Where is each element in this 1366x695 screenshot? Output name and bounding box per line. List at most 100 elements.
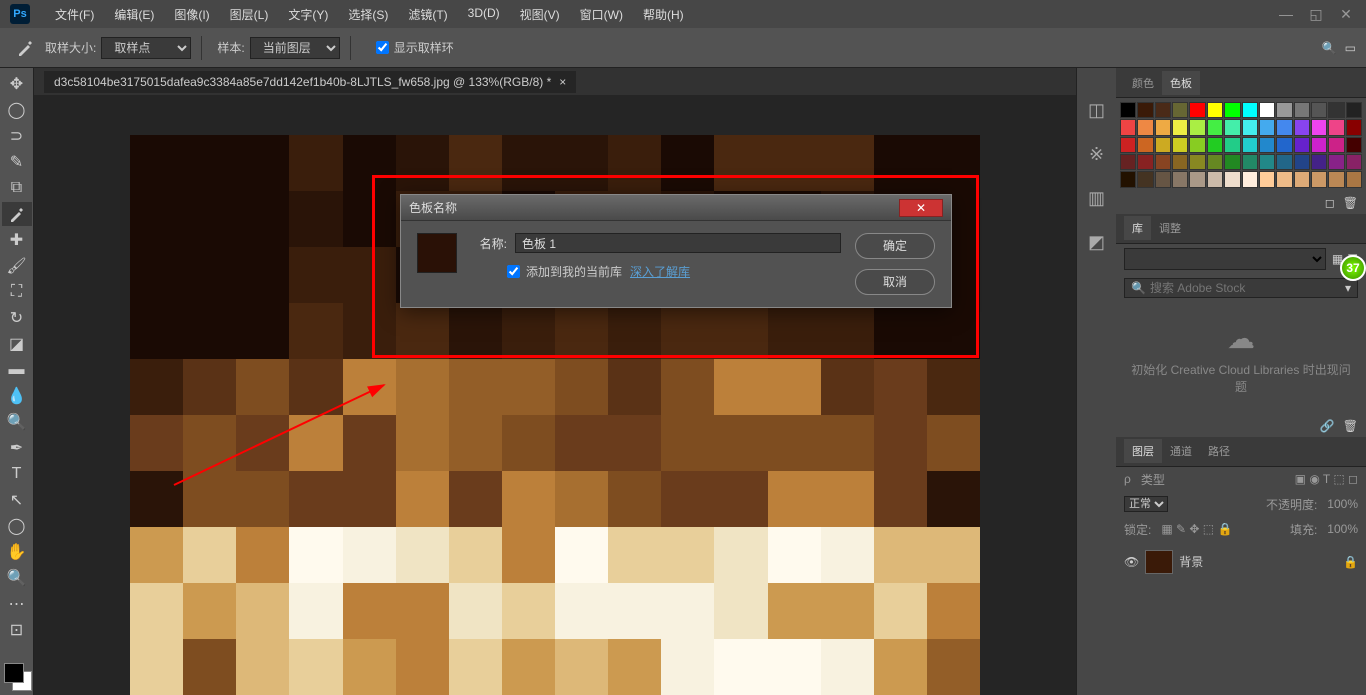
text-tool[interactable]: T	[2, 462, 32, 486]
swatch[interactable]	[1294, 171, 1310, 187]
swatch[interactable]	[1155, 171, 1171, 187]
info-icon[interactable]: ▥	[1085, 186, 1109, 210]
swatch[interactable]	[1311, 154, 1327, 170]
link-icon[interactable]: 🔗	[1320, 419, 1335, 433]
adjust-tab[interactable]: 调整	[1151, 216, 1189, 240]
swatch[interactable]	[1224, 154, 1240, 170]
zoom-tool[interactable]: 🔍	[2, 566, 32, 590]
swatch[interactable]	[1172, 137, 1188, 153]
notification-badge[interactable]: 37	[1340, 255, 1366, 281]
swatch[interactable]	[1346, 137, 1362, 153]
fill-value[interactable]: 100%	[1327, 522, 1358, 536]
menu-item[interactable]: 文件(F)	[45, 6, 104, 23]
menu-item[interactable]: 编辑(E)	[104, 6, 164, 23]
blur-tool[interactable]: 💧	[2, 384, 32, 408]
swatch[interactable]	[1294, 154, 1310, 170]
swatch[interactable]	[1346, 102, 1362, 118]
swatch[interactable]	[1172, 154, 1188, 170]
swatch[interactable]	[1137, 154, 1153, 170]
more-icon[interactable]: ⋯	[2, 592, 32, 616]
swatch[interactable]	[1189, 171, 1205, 187]
visibility-icon[interactable]: 👁	[1124, 555, 1139, 569]
swatch[interactable]	[1242, 171, 1258, 187]
swatch[interactable]	[1120, 171, 1136, 187]
library-select[interactable]	[1124, 248, 1326, 270]
paths-tab[interactable]: 路径	[1200, 439, 1238, 463]
swatch[interactable]	[1242, 137, 1258, 153]
channels-tab[interactable]: 通道	[1162, 439, 1200, 463]
menu-item[interactable]: 窗口(W)	[570, 6, 633, 23]
swatch[interactable]	[1207, 102, 1223, 118]
dialog-close-button[interactable]: ✕	[899, 199, 943, 217]
gradient-tool[interactable]: ▬	[2, 358, 32, 382]
swatch[interactable]	[1155, 102, 1171, 118]
dialog-titlebar[interactable]: 色板名称 ✕	[401, 195, 951, 221]
swatch[interactable]	[1155, 154, 1171, 170]
lib-tab[interactable]: 库	[1124, 216, 1151, 240]
edit-toolbar-icon[interactable]: ⊡	[2, 618, 32, 642]
sample-size-select[interactable]: 取样点	[101, 37, 191, 59]
swatch[interactable]	[1242, 154, 1258, 170]
brush-tool[interactable]: 🖌	[2, 254, 32, 278]
dropdown-icon[interactable]: ▾	[1345, 281, 1351, 295]
swatch[interactable]	[1259, 119, 1275, 135]
ok-button[interactable]: 确定	[855, 233, 935, 259]
swatch[interactable]	[1224, 119, 1240, 135]
menu-item[interactable]: 图像(I)	[164, 6, 219, 23]
swatch[interactable]	[1224, 171, 1240, 187]
hand-tool[interactable]: ✋	[2, 540, 32, 564]
swatch[interactable]	[1120, 154, 1136, 170]
move-tool[interactable]: ✥	[2, 72, 32, 96]
crop-tool[interactable]: ⧉	[2, 176, 32, 200]
swatch[interactable]	[1224, 102, 1240, 118]
swatch[interactable]	[1276, 137, 1292, 153]
swatch[interactable]	[1328, 137, 1344, 153]
swatch[interactable]	[1207, 119, 1223, 135]
stock-search-input[interactable]	[1150, 281, 1345, 295]
swatch[interactable]	[1328, 102, 1344, 118]
swatch[interactable]	[1172, 119, 1188, 135]
dodge-tool[interactable]: 🔍	[2, 410, 32, 434]
library-search[interactable]: 🔍 ▾	[1124, 278, 1358, 298]
swatch[interactable]	[1259, 137, 1275, 153]
swatch[interactable]	[1294, 137, 1310, 153]
tab-close-icon[interactable]: ×	[559, 75, 566, 89]
swatch[interactable]	[1155, 119, 1171, 135]
swatch[interactable]	[1311, 137, 1327, 153]
layers-tab[interactable]: 图层	[1124, 439, 1162, 463]
swatch[interactable]	[1276, 171, 1292, 187]
swatch[interactable]	[1346, 154, 1362, 170]
swatch[interactable]	[1137, 137, 1153, 153]
swatch[interactable]	[1207, 154, 1223, 170]
marquee-tool[interactable]: ◯	[2, 98, 32, 122]
menu-item[interactable]: 3D(D)	[458, 6, 510, 23]
swatch[interactable]	[1259, 102, 1275, 118]
swatch[interactable]	[1224, 137, 1240, 153]
swatch[interactable]	[1172, 171, 1188, 187]
color-chips[interactable]	[0, 659, 33, 695]
swatch[interactable]	[1311, 102, 1327, 118]
swatch[interactable]	[1346, 119, 1362, 135]
new-swatch-icon[interactable]: ◻	[1325, 196, 1335, 210]
eraser-tool[interactable]: ◪	[2, 332, 32, 356]
swatch[interactable]	[1189, 154, 1205, 170]
add-to-library-checkbox[interactable]: 添加到我的当前库	[507, 263, 622, 280]
add-lib-input[interactable]	[507, 265, 520, 278]
path-select-tool[interactable]: ↖	[2, 488, 32, 512]
learn-more-link[interactable]: 深入了解库	[630, 263, 690, 280]
swatch[interactable]	[1328, 171, 1344, 187]
menu-item[interactable]: 文字(Y)	[278, 6, 338, 23]
opacity-value[interactable]: 100%	[1327, 497, 1358, 511]
histogram-icon[interactable]: ◫	[1085, 98, 1109, 122]
document-tab[interactable]: d3c58104be3175015dafea9c3384a85e7dd142ef…	[44, 71, 576, 93]
swatch[interactable]	[1346, 171, 1362, 187]
layer-row[interactable]: 👁 背景 🔒	[1124, 546, 1358, 578]
show-ring-input[interactable]	[376, 41, 389, 54]
swatch[interactable]	[1242, 102, 1258, 118]
swatch[interactable]	[1189, 102, 1205, 118]
swatch[interactable]	[1207, 171, 1223, 187]
swatch[interactable]	[1137, 119, 1153, 135]
shape-tool[interactable]: ◯	[2, 514, 32, 538]
menu-item[interactable]: 图层(L)	[220, 6, 279, 23]
quick-select-tool[interactable]: ✎	[2, 150, 32, 174]
